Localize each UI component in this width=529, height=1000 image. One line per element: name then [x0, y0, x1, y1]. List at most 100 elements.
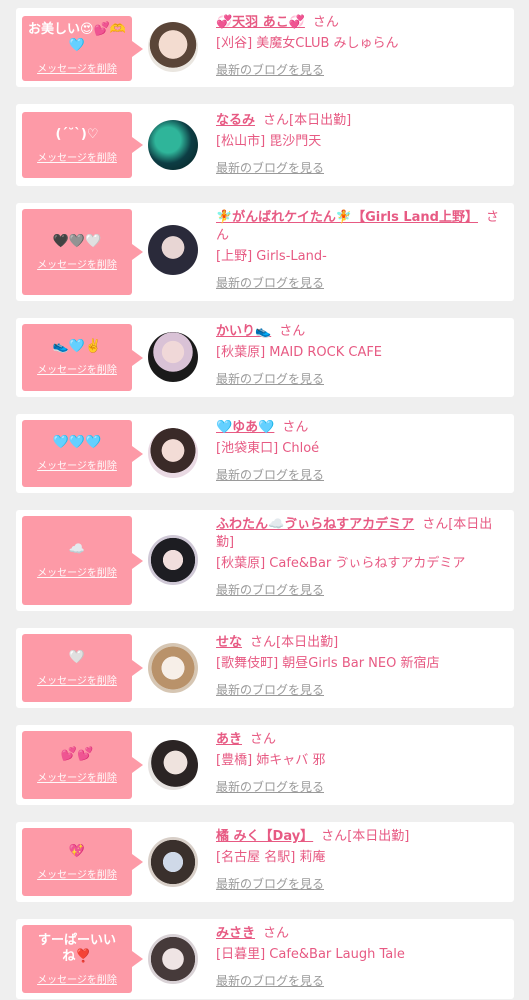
honorific: さん [279, 324, 306, 339]
list-item: 👟🩵✌️ メッセージを削除 かいり👟 さん [秋葉原] MAID ROCK CAF… [16, 318, 514, 397]
delete-message-link[interactable]: メッセージを削除 [37, 361, 117, 376]
avatar[interactable] [148, 837, 198, 887]
delete-message-link[interactable]: メッセージを削除 [37, 149, 117, 164]
latest-blog-link[interactable]: 最新のブログを見る [216, 370, 506, 388]
delete-message-link[interactable]: メッセージを削除 [37, 564, 117, 579]
cast-info: 橘 みく【Day】 さん[本日出勤] [名古屋 名駅] 莉庵 最新のブログを見る [216, 828, 506, 893]
list-item: ☁️ メッセージを削除 ふわたん☁️ゔぃらねすアカデミア さん[本日出勤] [秋葉… [16, 510, 514, 611]
shop-name: [刈谷] 美魔女CLUB みしゅらん [216, 36, 399, 51]
message-text: 🩵🩵🩵 [52, 435, 102, 450]
cast-info: 💞天羽 あこ💞 さん [刈谷] 美魔女CLUB みしゅらん 最新のブログを見る [216, 14, 506, 79]
avatar[interactable] [148, 535, 198, 585]
cast-info: 🩵ゆあ🩵 さん [池袋東口] Chloé 最新のブログを見る [216, 419, 506, 484]
cast-info: せな さん[本日出勤] [歌舞伎町] 朝昼Girls Bar NEO 新宿店 最新… [216, 634, 506, 699]
message-text: すーぱーいいね❣️ [37, 932, 116, 964]
honorific: さん [263, 926, 290, 941]
list-item: (ˊ˘ˋ)♡ メッセージを削除 なるみ さん[本日出勤] [松山市] 毘沙門天 最… [16, 104, 514, 186]
cast-info: ふわたん☁️ゔぃらねすアカデミア さん[本日出勤] [秋葉原] Cafe&Bar … [216, 516, 506, 599]
list-item: 💖 メッセージを削除 橘 みく【Day】 さん[本日出勤] [名古屋 名駅] 莉庵… [16, 822, 514, 902]
message-bubble: 🩵🩵🩵 メッセージを削除 [22, 420, 143, 487]
shop-name: [池袋東口] Chloé [216, 441, 320, 456]
latest-blog-link[interactable]: 最新のブログを見る [216, 972, 506, 990]
message-text: (ˊ˘ˋ)♡ [55, 126, 99, 142]
cast-info: 🧚がんばれケイたん🧚【Girls Land上野】 さん [上野] Girls-La… [216, 209, 506, 292]
follow-list: お美しい😍💕🫶🩵 メッセージを削除 💞天羽 あこ💞 さん [刈谷] 美魔女CLUB… [0, 0, 529, 999]
cast-name-link[interactable]: 橘 みく【Day】 [216, 829, 313, 844]
list-item: 🩵🩵🩵 メッセージを削除 🩵ゆあ🩵 さん [池袋東口] Chloé 最新のブログを… [16, 414, 514, 493]
cast-name-link[interactable]: あき [216, 732, 242, 747]
shop-name: [日暮里] Cafe&Bar Laugh Tale [216, 947, 405, 962]
cast-info: みさき さん [日暮里] Cafe&Bar Laugh Tale 最新のブログを見… [216, 925, 506, 990]
message-text: 💖 [68, 843, 86, 859]
honorific: さん [250, 635, 277, 650]
message-bubble: お美しい😍💕🫶🩵 メッセージを削除 [22, 16, 143, 81]
list-item: 💕💕 メッセージを削除 あき さん [豊橋] 姉キャバ 邪 最新のブログを見る [16, 725, 514, 805]
latest-blog-link[interactable]: 最新のブログを見る [216, 875, 506, 893]
delete-message-link[interactable]: メッセージを削除 [37, 866, 117, 881]
delete-message-link[interactable]: メッセージを削除 [37, 60, 117, 75]
message-text: 🤍 [68, 649, 86, 665]
cast-name-link[interactable]: なるみ [216, 113, 255, 128]
avatar[interactable] [148, 934, 198, 984]
avatar[interactable] [148, 643, 198, 693]
shop-name: [歌舞伎町] 朝昼Girls Bar NEO 新宿店 [216, 656, 440, 671]
delete-message-link[interactable]: メッセージを削除 [37, 672, 117, 687]
message-bubble: 🖤🩶🤍 メッセージを削除 [22, 209, 143, 295]
message-bubble: 💕💕 メッセージを削除 [22, 731, 143, 799]
work-status: [本日出勤] [276, 635, 339, 650]
avatar[interactable] [148, 332, 198, 382]
avatar[interactable] [148, 225, 198, 275]
message-text: 💕💕 [60, 746, 94, 762]
latest-blog-link[interactable]: 最新のブログを見る [216, 274, 506, 292]
message-bubble: 🤍 メッセージを削除 [22, 634, 143, 702]
delete-message-link[interactable]: メッセージを削除 [37, 457, 117, 472]
avatar[interactable] [148, 120, 198, 170]
cast-info: あき さん [豊橋] 姉キャバ 邪 最新のブログを見る [216, 731, 506, 796]
latest-blog-link[interactable]: 最新のブログを見る [216, 581, 506, 599]
delete-message-link[interactable]: メッセージを削除 [37, 971, 117, 986]
work-status: [本日出勤] [289, 113, 352, 128]
shop-name: [名古屋 名駅] 莉庵 [216, 850, 326, 865]
cast-name-link[interactable]: 💞天羽 あこ💞 [216, 15, 305, 30]
latest-blog-link[interactable]: 最新のブログを見る [216, 681, 506, 699]
shop-name: [秋葉原] Cafe&Bar ゔぃらねすアカデミア [216, 556, 466, 571]
list-item: お美しい😍💕🫶🩵 メッセージを削除 💞天羽 あこ💞 さん [刈谷] 美魔女CLUB… [16, 8, 514, 87]
avatar[interactable] [148, 740, 198, 790]
honorific: さん [312, 15, 339, 30]
cast-name-link[interactable]: かいり👟 [216, 324, 271, 339]
cast-name-link[interactable]: 🧚がんばれケイたん🧚【Girls Land上野】 [216, 210, 478, 225]
list-item: 🤍 メッセージを削除 せな さん[本日出勤] [歌舞伎町] 朝昼Girls Bar… [16, 628, 514, 708]
list-item: 🖤🩶🤍 メッセージを削除 🧚がんばれケイたん🧚【Girls Land上野】 さん … [16, 203, 514, 301]
avatar[interactable] [148, 22, 198, 72]
message-bubble: 👟🩵✌️ メッセージを削除 [22, 324, 143, 391]
cast-name-link[interactable]: みさき [216, 926, 255, 941]
honorific: さん [250, 732, 277, 747]
message-text: 🖤🩶🤍 [52, 233, 102, 249]
honorific: さん [422, 517, 449, 532]
message-bubble: (ˊ˘ˋ)♡ メッセージを削除 [22, 112, 143, 178]
delete-message-link[interactable]: メッセージを削除 [37, 256, 117, 271]
work-status: [本日出勤] [347, 829, 410, 844]
cast-name-link[interactable]: せな [216, 635, 242, 650]
avatar[interactable] [148, 428, 198, 478]
honorific: さん [263, 113, 290, 128]
cast-name-link[interactable]: 🩵ゆあ🩵 [216, 420, 274, 435]
shop-name: [秋葉原] MAID ROCK CAFE [216, 345, 383, 360]
message-bubble: すーぱーいいね❣️ メッセージを削除 [22, 925, 143, 993]
message-text: お美しい😍💕🫶🩵 [28, 22, 126, 53]
list-item: すーぱーいいね❣️ メッセージを削除 みさき さん [日暮里] Cafe&Bar … [16, 919, 514, 999]
latest-blog-link[interactable]: 最新のブログを見る [216, 159, 506, 177]
latest-blog-link[interactable]: 最新のブログを見る [216, 61, 506, 79]
cast-name-link[interactable]: ふわたん☁️ゔぃらねすアカデミア [216, 517, 414, 532]
shop-name: [上野] Girls-Land- [216, 249, 327, 264]
shop-name: [豊橋] 姉キャバ 邪 [216, 753, 326, 768]
message-bubble: ☁️ メッセージを削除 [22, 516, 143, 605]
cast-info: なるみ さん[本日出勤] [松山市] 毘沙門天 最新のブログを見る [216, 112, 506, 177]
message-text: 👟🩵✌️ [52, 339, 102, 354]
message-bubble: 💖 メッセージを削除 [22, 828, 143, 896]
delete-message-link[interactable]: メッセージを削除 [37, 769, 117, 784]
cast-info: かいり👟 さん [秋葉原] MAID ROCK CAFE 最新のブログを見る [216, 323, 506, 388]
latest-blog-link[interactable]: 最新のブログを見る [216, 778, 506, 796]
latest-blog-link[interactable]: 最新のブログを見る [216, 466, 506, 484]
shop-name: [松山市] 毘沙門天 [216, 134, 322, 149]
